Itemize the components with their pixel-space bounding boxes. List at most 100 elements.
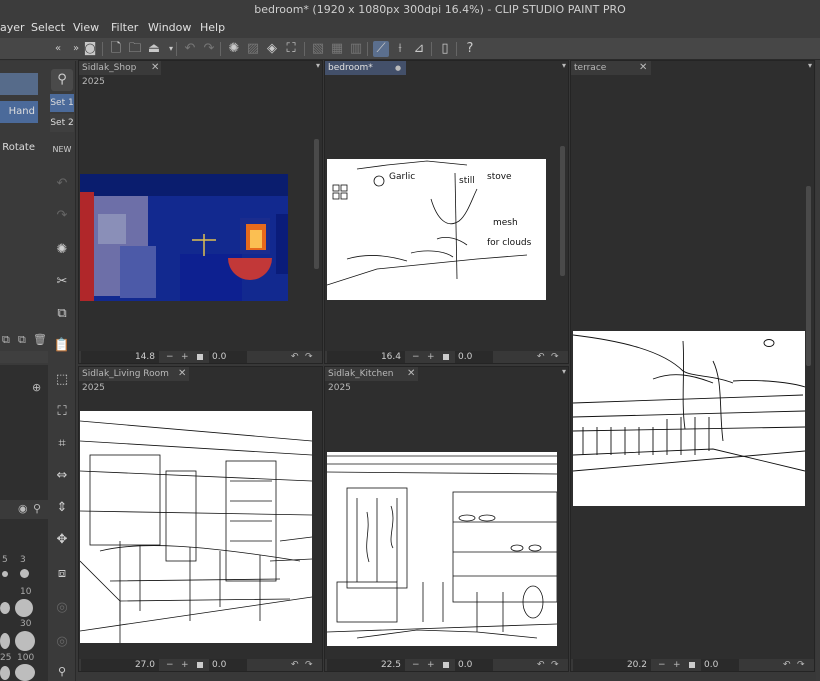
tab-bedroom[interactable]: bedroom* ● [325,61,406,75]
fit-button[interactable] [443,354,449,360]
chevron-down-icon[interactable]: ▾ [562,367,566,376]
rotate-right-button[interactable]: ↷ [551,351,559,363]
help-icon[interactable]: ? [462,41,478,57]
paste-icon[interactable]: 📋 [51,335,73,357]
select-rect-icon[interactable]: ⬚ [51,369,73,391]
rotate-right-button[interactable]: ↷ [551,659,559,671]
new-tool-icon[interactable]: NEW [51,139,73,161]
undo-icon[interactable]: ↶ [182,41,198,57]
zoom-out-icon[interactable]: ⚲ [51,661,73,681]
fit-button[interactable] [197,354,203,360]
zoom-out-button[interactable]: − [412,351,420,363]
zoom-value[interactable]: 27.0 [81,659,159,671]
flip-vertical-icon[interactable]: ⇕ [51,497,73,519]
redo-icon[interactable]: ↷ [201,41,217,57]
layer-move-icon[interactable]: ⧈ [51,563,73,585]
snap-ruler-icon[interactable]: ⟋ [373,41,389,57]
brush-size-dot[interactable] [0,633,10,649]
canvas-pane-living-room[interactable]: Sidlak_Living Room 2025 ✕ 27.0 − + 0.0 ↶… [78,366,323,672]
brush-size-dot[interactable] [15,631,35,651]
settings-icon[interactable]: ◉ [18,502,28,515]
fit-button[interactable] [197,662,203,668]
copy-tool-icon[interactable]: ⧉ [51,303,73,325]
rotate-left-button[interactable]: ↶ [291,351,299,363]
show-selection-icon[interactable]: ▥ [348,41,364,57]
mesh-transform-icon[interactable]: ⌗ [51,433,73,455]
zoom-in-button[interactable]: + [181,351,189,363]
clip-studio-icon[interactable]: ◙ [82,41,98,57]
canvas-pane-bedroom[interactable]: bedroom* ● ▾ Garlic still stove mesh for… [324,60,569,364]
spinner-icon[interactable]: ✺ [51,239,73,261]
invert-selection-icon[interactable]: ▦ [329,41,345,57]
snap-special-ruler-icon[interactable]: ⟊ [392,41,408,57]
zoom-out-button[interactable]: − [412,659,420,671]
flip-horizontal-icon[interactable]: ⇔ [51,465,73,487]
angle-value[interactable]: 0.0 [209,351,247,363]
rotate-left-button[interactable]: ↶ [291,659,299,671]
angle-value[interactable]: 0.0 [455,351,493,363]
duplicate-icon[interactable]: ⧉ [2,333,10,347]
menu-help[interactable]: Help [200,21,225,34]
transform-tool-icon[interactable]: ⛶ [51,401,73,423]
sub-tool-hand[interactable]: Hand [0,101,38,123]
zoom-out-button[interactable]: − [166,351,174,363]
fit-button[interactable] [689,662,695,668]
deselect-icon[interactable]: ▧ [310,41,326,57]
brush-size-dot[interactable] [15,664,35,681]
chevron-down-icon[interactable]: ▾ [316,61,320,70]
angle-value[interactable]: 0.0 [455,659,493,671]
zoom-value[interactable]: 16.4 [327,351,405,363]
brush-size-dot[interactable] [0,666,10,680]
new-file-icon[interactable]: 🗋 [108,41,124,57]
sub-tool-rotate[interactable]: Rotate [0,137,38,159]
canvas-pane-shop[interactable]: Sidlak_Shop 2025 ✕ ▾ 14.8 − + 0.0 ↶ ↷ [78,60,323,364]
tab-kitchen[interactable]: Sidlak_Kitchen 2025 ✕ [325,367,418,393]
loading-icon[interactable]: ✺ [226,41,242,57]
tab-terrace[interactable]: terrace ✕ [571,61,651,75]
menu-select[interactable]: Select [31,21,65,34]
brush-size-dot[interactable] [2,571,8,577]
close-icon[interactable]: ✕ [178,367,186,381]
rotate-right-button[interactable]: ↷ [305,659,313,671]
rotate-canvas-icon[interactable]: ◎ [51,631,73,653]
canvas-pane-kitchen[interactable]: Sidlak_Kitchen 2025 ✕ ▾ 22.5 − + 0.0 ↶ ↷ [324,366,569,672]
tool-set-1[interactable]: Set 1 [50,94,74,112]
zoom-in-button[interactable]: + [181,659,189,671]
chevron-down-icon[interactable]: ▾ [808,61,812,70]
brush-size-dot[interactable] [20,569,29,578]
open-folder-icon[interactable]: 🗀 [127,41,143,57]
save-icon[interactable]: ⏏ [146,41,162,57]
smartphone-icon[interactable]: ▯ [437,41,453,57]
fill-icon[interactable]: ◈ [264,41,280,57]
menu-view[interactable]: View [73,21,99,34]
close-icon[interactable]: ✕ [407,367,415,381]
canvas-pane-terrace[interactable]: terrace ✕ ▾ 20.2 − + 0.0 ↶ ↷ [570,60,815,672]
close-icon[interactable]: ✕ [151,61,159,75]
undo-tool-icon[interactable]: ↶ [51,173,73,195]
tab-shop[interactable]: Sidlak_Shop 2025 ✕ [79,61,161,87]
rotate-right-button[interactable]: ↷ [305,351,313,363]
zoom-out-button[interactable]: − [658,659,666,671]
scissors-icon[interactable]: ✂ [51,271,73,293]
close-icon[interactable]: ✕ [639,61,647,75]
menu-filter[interactable]: Filter [111,21,138,34]
fit-icon[interactable]: ◎ [51,597,73,619]
zoom-in-button[interactable]: + [673,659,681,671]
rotate-right-button[interactable]: ↷ [797,659,805,671]
clear-icon[interactable]: ▨ [245,41,261,57]
search-icon[interactable]: ⚲ [33,502,41,515]
collapse-icon[interactable]: « [50,41,66,57]
vertical-scrollbar[interactable] [314,139,319,269]
copy-icon[interactable]: ⧉ [18,333,26,347]
tab-living-room[interactable]: Sidlak_Living Room 2025 ✕ [79,367,189,393]
angle-value[interactable]: 0.0 [701,659,739,671]
zoom-in-button[interactable]: + [427,351,435,363]
redo-tool-icon[interactable]: ↷ [51,205,73,227]
rotate-left-button[interactable]: ↶ [537,351,545,363]
zoom-value[interactable]: 14.8 [81,351,159,363]
zoom-value[interactable]: 20.2 [573,659,651,671]
snap-grid-icon[interactable]: ⊿ [411,41,427,57]
angle-value[interactable]: 0.0 [209,659,247,671]
menu-layer[interactable]: ayer [0,21,25,34]
fit-button[interactable] [443,662,449,668]
